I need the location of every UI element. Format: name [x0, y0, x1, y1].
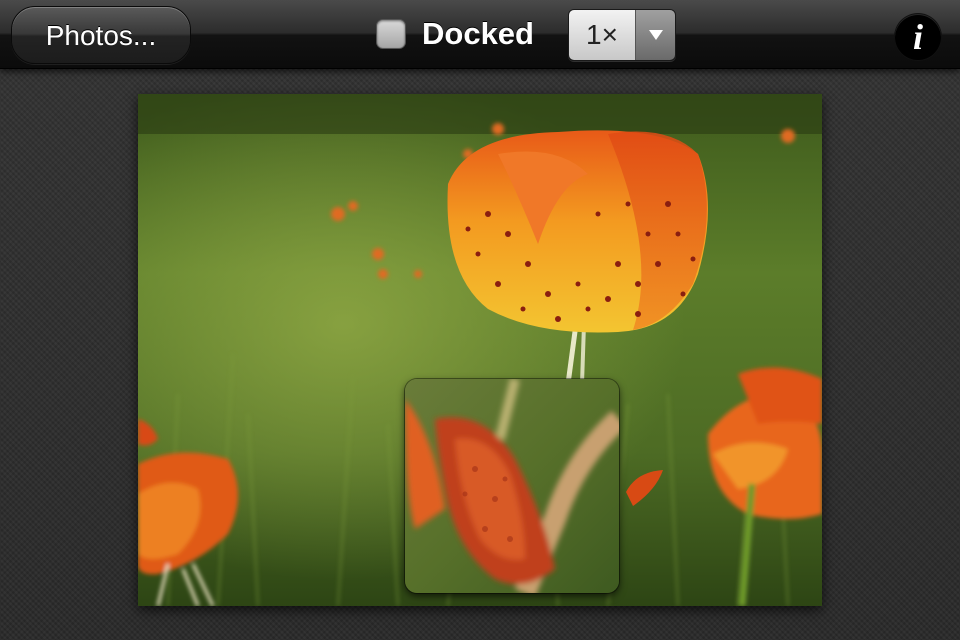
photos-button[interactable]: Photos... — [11, 6, 191, 64]
photo-view[interactable] — [138, 94, 822, 606]
zoom-select[interactable]: 1× — [568, 9, 676, 61]
toolbar: Photos... Docked 1× i — [0, 0, 960, 69]
zoom-value: 1× — [569, 10, 635, 60]
magnified-stamen — [405, 379, 619, 593]
chevron-down-icon[interactable] — [635, 10, 675, 60]
magnifier-loupe[interactable] — [405, 379, 619, 593]
docked-checkbox[interactable] — [376, 19, 406, 49]
docked-label: Docked — [422, 16, 534, 51]
info-button[interactable]: i — [895, 14, 941, 60]
